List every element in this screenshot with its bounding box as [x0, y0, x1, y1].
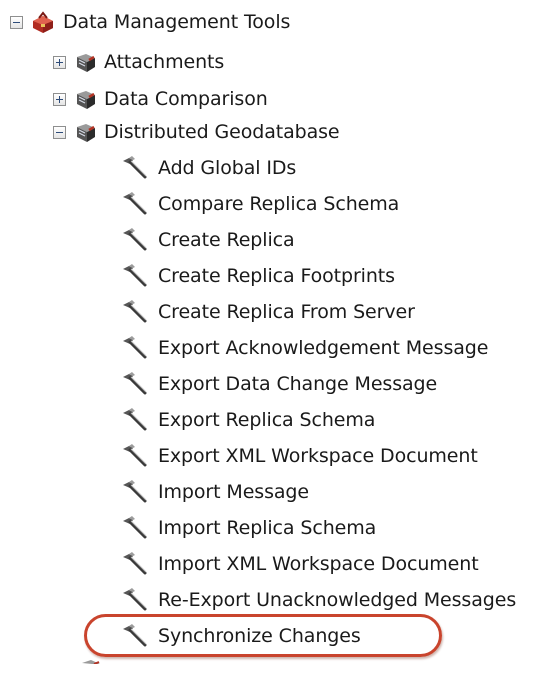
tool-label: Export Data Change Message [158, 373, 438, 395]
tree-node-label: Data Comparison [104, 88, 268, 110]
hammer-icon [120, 264, 150, 288]
tool-label: Export Replica Schema [158, 409, 376, 431]
tool-label: Re-Export Unacknowledged Messages [158, 589, 517, 611]
expand-toggle-icon[interactable] [53, 92, 66, 106]
tool-label: Export XML Workspace Document [158, 445, 478, 467]
toolbox-tree: Data Management Tools Attachments Data C… [0, 0, 558, 664]
toolset-icon [74, 50, 98, 74]
tool-item-import-xml-workspace-document[interactable]: Import XML Workspace Document [120, 547, 479, 581]
tool-item-import-replica-schema[interactable]: Import Replica Schema [120, 511, 376, 545]
collapse-toggle-icon[interactable] [53, 125, 66, 139]
toolset-icon [74, 120, 98, 144]
tool-label: Import XML Workspace Document [158, 553, 479, 575]
tool-label: Export Acknowledgement Message [158, 337, 489, 359]
tool-label: Compare Replica Schema [158, 193, 400, 215]
hammer-icon [120, 624, 150, 648]
toolbox-icon [31, 10, 55, 34]
hammer-icon [120, 300, 150, 324]
tool-item-synchronize-changes[interactable]: Synchronize Changes [120, 619, 361, 653]
tool-item-create-replica-footprints[interactable]: Create Replica Footprints [120, 259, 395, 293]
hammer-icon [120, 480, 150, 504]
tree-node-label: Data Management Tools [63, 11, 291, 33]
tool-label: Create Replica From Server [158, 301, 415, 323]
hammer-icon [120, 156, 150, 180]
tool-label: Add Global IDs [158, 157, 297, 179]
toolset-icon [79, 656, 103, 680]
expand-toggle-icon[interactable] [53, 55, 66, 69]
tool-label: Create Replica [158, 229, 295, 251]
collapse-toggle-icon[interactable] [10, 15, 23, 29]
tool-label: Import Message [158, 481, 309, 503]
hammer-icon [120, 408, 150, 432]
tool-label: Import Replica Schema [158, 517, 377, 539]
tool-item-create-replica-from-server[interactable]: Create Replica From Server [120, 295, 415, 329]
tool-item-export-data-change-message[interactable]: Export Data Change Message [120, 367, 437, 401]
tree-node-label: Distributed Geodatabase [104, 121, 340, 143]
tree-node-attachments[interactable]: Attachments [53, 45, 224, 79]
hammer-icon [120, 192, 150, 216]
tree-node-distributed-geodatabase[interactable]: Distributed Geodatabase [53, 115, 340, 149]
tool-item-compare-replica-schema[interactable]: Compare Replica Schema [120, 187, 399, 221]
hammer-icon [120, 516, 150, 540]
tree-node-data-comparison[interactable]: Data Comparison [53, 82, 268, 116]
hammer-icon [120, 228, 150, 252]
tool-item-create-replica[interactable]: Create Replica [120, 223, 295, 257]
tool-item-export-acknowledgement-message[interactable]: Export Acknowledgement Message [120, 331, 488, 365]
tool-item-import-message[interactable]: Import Message [120, 475, 309, 509]
tool-item-export-xml-workspace-document[interactable]: Export XML Workspace Document [120, 439, 478, 473]
hammer-icon [120, 372, 150, 396]
tool-item-add-global-ids[interactable]: Add Global IDs [120, 151, 296, 185]
tool-item-re-export-unacknowledged-messages[interactable]: Re-Export Unacknowledged Messages [120, 583, 516, 617]
hammer-icon [120, 552, 150, 576]
tool-label: Synchronize Changes [158, 625, 361, 647]
tool-item-export-replica-schema[interactable]: Export Replica Schema [120, 403, 375, 437]
tree-node-data-management-tools[interactable]: Data Management Tools [10, 5, 290, 39]
hammer-icon [120, 336, 150, 360]
hammer-icon [120, 444, 150, 468]
toolset-icon [74, 87, 98, 111]
tree-node-label: Attachments [104, 51, 225, 73]
tool-label: Create Replica Footprints [158, 265, 395, 287]
hammer-icon [120, 588, 150, 612]
